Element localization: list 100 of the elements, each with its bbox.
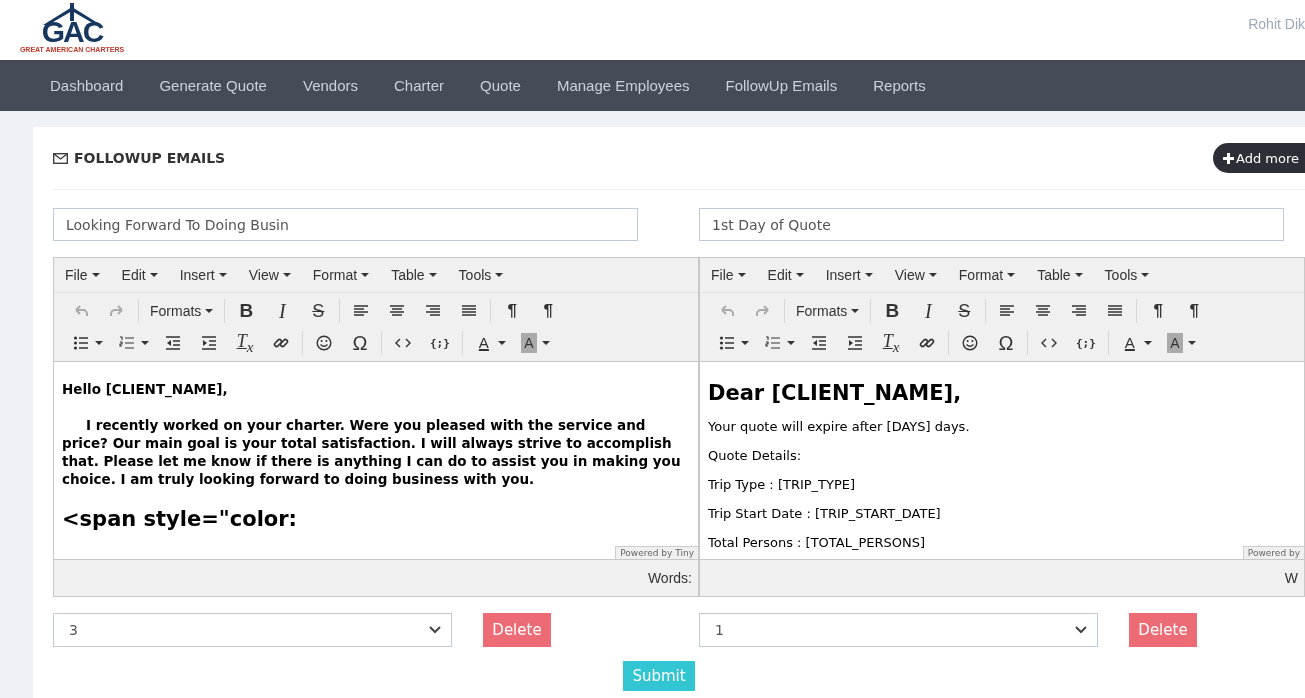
- day-select[interactable]: 3: [53, 613, 452, 647]
- caret-icon[interactable]: [1143, 341, 1152, 345]
- caret-icon[interactable]: [1187, 341, 1196, 345]
- menu-button[interactable]: Insert: [825, 267, 880, 283]
- strikethrough-button[interactable]: S: [955, 301, 974, 321]
- powered-by-badge[interactable]: Powered by Tiny: [615, 546, 698, 559]
- subject-field[interactable]: 1st Day of Quote: [699, 208, 1284, 241]
- caret-icon: [361, 273, 370, 277]
- formats-dropdown[interactable]: Formats: [788, 303, 868, 319]
- select-value: 1: [715, 622, 724, 638]
- caret-icon: [1141, 273, 1150, 277]
- clear-format-button[interactable]: T$_{x}$: [882, 330, 900, 356]
- bold-button[interactable]: B: [883, 300, 902, 322]
- menu-button[interactable]: Table: [391, 267, 444, 283]
- caret-icon: [91, 273, 100, 277]
- body-text: Trip Type : [TRIP_TYPE]: [708, 476, 857, 493]
- outdent-icon[interactable]: [165, 335, 181, 351]
- nav-link[interactable]: Generate Quote: [141, 77, 285, 94]
- powered-by-badge[interactable]: Powered by: [1242, 546, 1304, 559]
- numbered-list-icon[interactable]: [119, 335, 135, 351]
- caret-icon: [1007, 273, 1016, 277]
- caret-icon[interactable]: [741, 341, 749, 345]
- menu-button[interactable]: Tools: [1104, 267, 1157, 283]
- nav-link[interactable]: Quote: [462, 77, 539, 94]
- justify-icon[interactable]: [1107, 303, 1124, 319]
- text-color-button[interactable]: A: [1120, 333, 1139, 353]
- day-select[interactable]: 1: [699, 613, 1098, 647]
- ltr-button[interactable]: ¶: [503, 301, 522, 321]
- menu-button[interactable]: Edit: [121, 267, 165, 283]
- nav-link[interactable]: Manage Employees: [538, 77, 708, 94]
- italic-button[interactable]: I: [273, 299, 292, 323]
- ltr-button[interactable]: ¶: [1149, 301, 1168, 321]
- nav-link[interactable]: Vendors: [284, 77, 376, 94]
- body-text: Trip Start Date : [TRIP_START_DATE]: [708, 505, 942, 522]
- add-more-button[interactable]: Add more: [1213, 143, 1305, 173]
- rtl-button[interactable]: ¶: [539, 301, 558, 321]
- align-left-icon[interactable]: [353, 303, 370, 319]
- highlight-button[interactable]: A: [1166, 333, 1183, 353]
- menu-button[interactable]: File: [711, 267, 753, 283]
- menu-button[interactable]: File: [65, 267, 107, 283]
- outdent-icon[interactable]: [811, 335, 827, 351]
- menu-button[interactable]: Tools: [458, 267, 511, 283]
- chevron-down-icon: [1075, 626, 1087, 634]
- caret-icon[interactable]: [541, 341, 550, 345]
- bold-button[interactable]: B: [237, 300, 256, 322]
- menu-button[interactable]: View: [248, 267, 298, 283]
- align-right-icon[interactable]: [1071, 303, 1088, 319]
- caret-icon: [282, 273, 291, 277]
- justify-icon[interactable]: [461, 303, 478, 319]
- caret-icon[interactable]: [95, 341, 103, 345]
- smiley-icon[interactable]: [316, 335, 332, 351]
- chevron-down-icon: [429, 626, 441, 634]
- align-center-icon[interactable]: [389, 303, 406, 319]
- special-char-button[interactable]: Ω: [997, 333, 1015, 353]
- caret-icon: [205, 309, 214, 313]
- rtl-button[interactable]: ¶: [1185, 301, 1204, 321]
- align-center-icon[interactable]: [1035, 303, 1052, 319]
- special-char-button[interactable]: Ω: [351, 333, 369, 353]
- menu-button[interactable]: Edit: [767, 267, 811, 283]
- caret-icon: [218, 273, 227, 277]
- select-value: 3: [69, 622, 78, 638]
- caret-icon: [149, 273, 158, 277]
- bullet-list-icon[interactable]: [73, 335, 89, 351]
- menu-button[interactable]: Insert: [179, 267, 234, 283]
- template-button[interactable]: {;}: [1076, 336, 1096, 350]
- caret-icon[interactable]: [787, 341, 795, 345]
- smiley-icon[interactable]: [962, 335, 978, 351]
- nav-link[interactable]: FollowUp Emails: [707, 77, 856, 94]
- numbered-list-icon[interactable]: [765, 335, 781, 351]
- menu-button[interactable]: Format: [958, 267, 1023, 283]
- clear-format-button[interactable]: T$_{x}$: [236, 330, 254, 356]
- template-button[interactable]: {;}: [430, 336, 450, 350]
- greeting-text: Hello [CLIENT_NAME],: [62, 380, 229, 398]
- menu-button[interactable]: View: [894, 267, 944, 283]
- page-title: FOLLOWUP EMAILS: [74, 150, 226, 166]
- align-right-icon[interactable]: [425, 303, 442, 319]
- italic-button[interactable]: I: [919, 299, 938, 323]
- caret-icon: [737, 273, 746, 277]
- nav-link[interactable]: Charter: [376, 77, 463, 94]
- envelope-icon: [53, 152, 68, 164]
- nav-link[interactable]: Dashboard: [32, 77, 142, 94]
- highlight-button[interactable]: A: [520, 333, 537, 353]
- caret-icon: [851, 309, 860, 313]
- text-color-button[interactable]: A: [474, 333, 493, 353]
- caret-icon: [864, 273, 873, 277]
- indent-icon[interactable]: [847, 335, 863, 351]
- caret-icon: [928, 273, 937, 277]
- formats-dropdown[interactable]: Formats: [142, 303, 222, 319]
- subject-field[interactable]: Looking Forward To Doing Busin: [53, 208, 638, 241]
- caret-icon[interactable]: [141, 341, 149, 345]
- nav-link[interactable]: Reports: [855, 77, 944, 94]
- body-text: Your quote will expire after [DAYS] days.: [708, 418, 971, 435]
- caret-icon: [428, 273, 437, 277]
- indent-icon[interactable]: [201, 335, 217, 351]
- bullet-list-icon[interactable]: [719, 335, 735, 351]
- caret-icon[interactable]: [497, 341, 506, 345]
- menu-button[interactable]: Table: [1037, 267, 1090, 283]
- menu-button[interactable]: Format: [312, 267, 377, 283]
- align-left-icon[interactable]: [999, 303, 1016, 319]
- strikethrough-button[interactable]: S: [309, 301, 328, 321]
